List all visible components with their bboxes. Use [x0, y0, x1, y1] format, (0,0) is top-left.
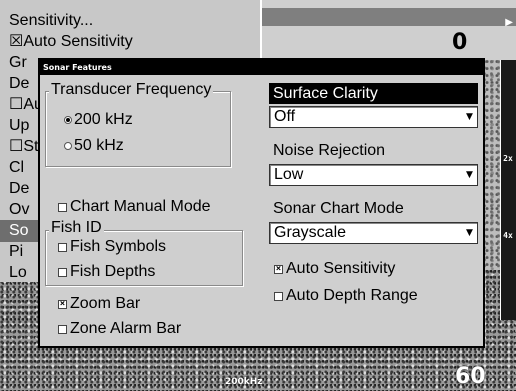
noise-rejection-dropdown[interactable]: Low ▼ — [269, 164, 478, 186]
frequency-label: 200kHz — [225, 377, 263, 387]
zoom-bar-label[interactable]: Zoom Bar — [70, 294, 140, 314]
auto-sensitivity-checkbox[interactable]: × — [274, 265, 283, 274]
depth-scale-top: 0 — [452, 30, 468, 55]
surface-clarity-label: Surface Clarity — [269, 83, 478, 104]
noise-rejection-label: Noise Rejection — [273, 142, 386, 159]
auto-depth-range-label[interactable]: Auto Depth Range — [286, 286, 418, 306]
radio-50khz-label[interactable]: 50 kHz — [74, 136, 124, 156]
transducer-frequency-group — [45, 91, 231, 167]
chevron-down-icon: ▼ — [466, 228, 473, 238]
noise-rejection-value: Low — [274, 166, 304, 183]
zoom-bar[interactable] — [500, 60, 516, 320]
surface-clarity-value: Off — [274, 108, 296, 125]
depth-scale-bottom: 60 — [455, 364, 486, 389]
transducer-frequency-label: Transducer Frequency — [49, 81, 214, 99]
radio-200khz[interactable] — [64, 116, 72, 124]
sonar-chart-mode-dropdown[interactable]: Grayscale ▼ — [269, 222, 478, 244]
fish-symbols-label[interactable]: Fish Symbols — [70, 237, 166, 257]
chevron-down-icon: ▼ — [466, 112, 473, 122]
menu-item-auto-sensitivity[interactable]: ☒Auto Sensitivity — [0, 31, 262, 53]
fish-id-label: Fish ID — [49, 219, 104, 237]
sonar-chart-mode-label: Sonar Chart Mode — [273, 200, 404, 217]
sonar-title-strip: ▶ — [262, 8, 516, 28]
scroll-right-icon: ▶ — [505, 17, 513, 28]
zoom-tick-2x: 2x — [503, 154, 513, 163]
zoom-tick-4x: 4x — [503, 231, 513, 240]
surface-clarity-dropdown[interactable]: Off ▼ — [269, 106, 478, 128]
menu-item-sensitivity[interactable]: Sensitivity... — [0, 10, 262, 32]
zone-alarm-bar-checkbox[interactable] — [58, 325, 67, 334]
auto-sensitivity-label[interactable]: Auto Sensitivity — [286, 259, 395, 279]
chart-manual-mode-checkbox[interactable] — [58, 203, 67, 212]
sonar-features-dialog: Sonar Features Transducer Frequency 200 … — [38, 58, 485, 348]
fish-symbols-checkbox[interactable] — [58, 243, 67, 252]
sonar-chart-mode-value: Grayscale — [274, 224, 347, 241]
chart-manual-mode-label[interactable]: Chart Manual Mode — [70, 197, 211, 217]
zoom-bar-checkbox[interactable]: × — [58, 300, 67, 309]
dialog-title: Sonar Features — [40, 60, 483, 75]
fish-depths-label[interactable]: Fish Depths — [70, 262, 155, 282]
radio-200khz-label[interactable]: 200 kHz — [74, 110, 133, 130]
auto-depth-range-checkbox[interactable] — [274, 292, 283, 301]
radio-50khz[interactable] — [64, 142, 72, 150]
fish-depths-checkbox[interactable] — [58, 268, 67, 277]
zone-alarm-bar-label[interactable]: Zone Alarm Bar — [70, 319, 181, 339]
chevron-down-icon: ▼ — [466, 170, 473, 180]
